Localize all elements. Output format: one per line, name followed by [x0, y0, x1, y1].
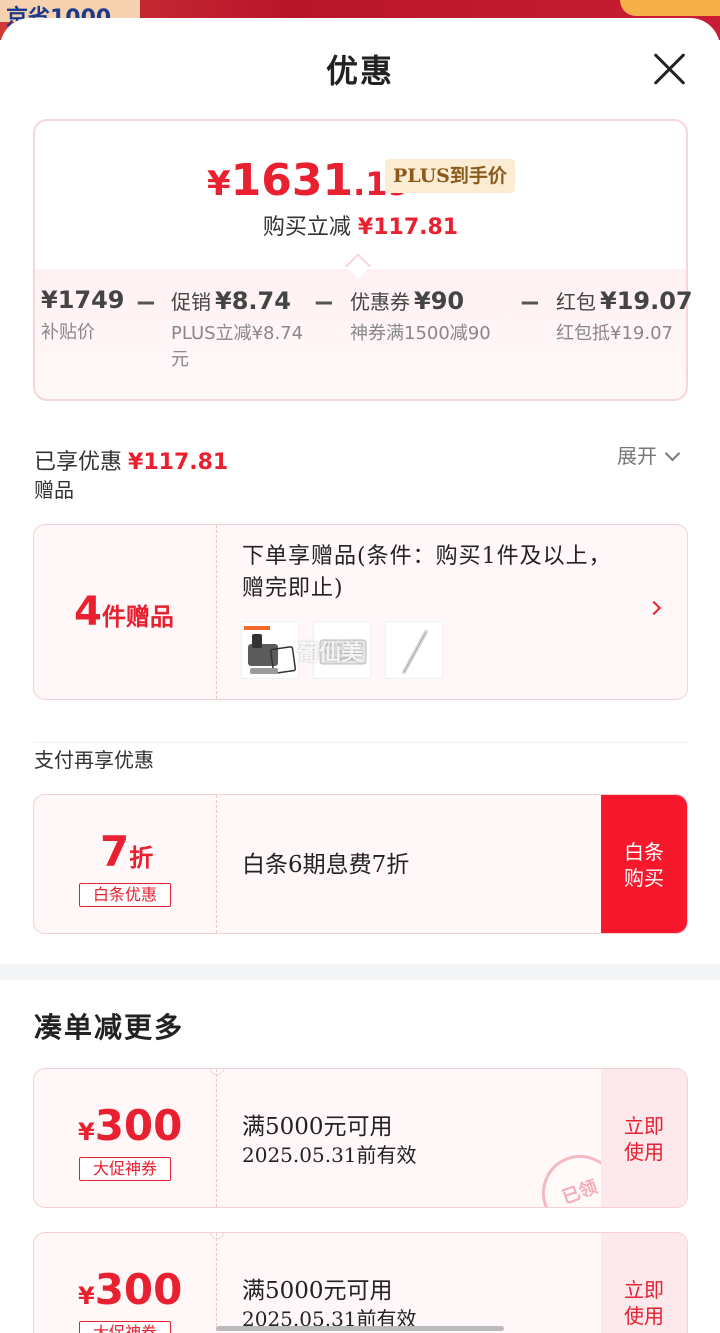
payment-discount: 7折 [100, 827, 153, 876]
breakdown-label: 促销 [171, 290, 211, 314]
gift-thumbnail-case[interactable] [241, 621, 299, 679]
coupon-condition: 满5000元可用 [242, 1114, 393, 1140]
enjoyed-label: 已享优惠 [34, 450, 123, 475]
breakdown-value: ¥19.07 [600, 287, 693, 315]
payment-section-label: 支付再享优惠 [34, 748, 154, 772]
coupon-value: 300 [94, 1265, 183, 1314]
instant-discount-value: ¥117.81 [357, 215, 459, 240]
payment-tag: 白条优惠 [79, 883, 171, 907]
plus-price-badge: PLUS到手价 [385, 159, 515, 193]
gift-condition: 下单享赠品(条件：购买1件及以上，赠完即止) [242, 544, 612, 601]
stylus-icon [402, 630, 428, 674]
coupon-card: ¥300 大促神券 满5000元可用 2025.05.31前有效 已领 立即 使… [33, 1068, 688, 1208]
coupon-tag: 大促神券 [79, 1321, 171, 1333]
coupon-expiry: 2025.05.31前有效 [242, 1143, 417, 1167]
coupon-value: 300 [94, 1101, 183, 1150]
chevron-right-icon[interactable] [646, 600, 662, 616]
button-label-line1: 立即 [624, 1114, 664, 1138]
minus-sign: − [135, 288, 157, 318]
use-now-button[interactable]: 立即 使用 [601, 1233, 687, 1333]
instant-discount-label: 购买立减 [262, 215, 351, 240]
price-summary-card: ¥1631.19 PLUS到手价 购买立减 ¥117.81 ¥1749 补贴价 … [33, 119, 693, 401]
background-promo-badge [620, 0, 720, 16]
enjoyed-value: ¥117.81 [128, 450, 229, 475]
coupon-yen: ¥ [78, 1118, 95, 1146]
instant-discount: 购买立减 ¥117.81 [35, 209, 686, 241]
more-discount-title: 凑单减更多 [34, 1011, 185, 1044]
breakdown-label: 优惠券 [350, 290, 410, 314]
breakdown-desc: PLUS立减¥8.74元 [171, 323, 304, 370]
close-icon[interactable] [650, 48, 690, 88]
button-label-line2: 购买 [624, 866, 664, 890]
expand-label: 展开 [617, 444, 657, 468]
minus-sign: − [313, 288, 335, 318]
coupon-tag: 大促神券 [79, 1157, 171, 1181]
use-now-button[interactable]: 立即 使用 [601, 1069, 687, 1207]
breakdown-desc: 神券满1500减90 [350, 323, 491, 344]
coupon-yen: ¥ [78, 1282, 95, 1310]
breakdown-item-redpacket: 红包 ¥19.07 红包抵¥19.07 [556, 286, 693, 347]
gift-thumbnail-pen[interactable] [385, 621, 443, 679]
chevron-down-icon [664, 445, 681, 462]
breakdown-item-subsidy: ¥1749 补贴价 [41, 286, 125, 346]
coupon-amount: ¥300 [78, 1101, 182, 1150]
breakdown-value: ¥1749 [41, 286, 125, 314]
divider [33, 742, 688, 743]
payment-discount-number: 7 [100, 827, 130, 876]
coupon-condition: 满5000元可用 [242, 1278, 393, 1304]
gift-card[interactable]: 4件赠品 下单享赠品(条件：购买1件及以上，赠完即止) [33, 524, 688, 700]
coupon-amount: ¥300 [78, 1265, 182, 1314]
coupon-amount-pane: ¥300 大促神券 [34, 1069, 217, 1207]
gift-count-pane: 4件赠品 [34, 525, 217, 699]
breakdown-item-coupon: 优惠券 ¥90 神券满1500减90 [350, 286, 491, 347]
enjoyed-discount: 已享优惠 ¥117.81 [34, 444, 228, 476]
baitiao-buy-button[interactable]: 白条 购买 [601, 795, 687, 933]
expand-button[interactable]: 展开 [617, 440, 681, 469]
section-separator [0, 964, 720, 980]
gift-count: 4件赠品 [74, 589, 174, 635]
gift-count-number: 4 [74, 589, 102, 635]
button-label-line1: 白条 [624, 840, 664, 864]
breakdown-label: 红包 [556, 290, 596, 314]
payment-offer-card: 7折 白条优惠 白条6期息费7折 白条 购买 [33, 794, 688, 934]
laptop-case-icon [244, 626, 297, 674]
minus-sign: − [519, 288, 541, 318]
final-price-integer: 1631 [230, 155, 354, 206]
breakdown-value: ¥8.74 [215, 287, 291, 315]
breakdown-item-promo: 促销 ¥8.74 PLUS立减¥8.74元 [171, 286, 311, 373]
watermark-text: 葡仙美 [297, 641, 364, 666]
payment-discount-pane: 7折 白条优惠 [34, 795, 217, 933]
sheet-title: 优惠 [325, 52, 394, 90]
breakdown-desc: 红包抵¥19.07 [556, 323, 673, 344]
coupon-amount-pane: ¥300 大促神券 [34, 1233, 217, 1333]
payment-discount-unit: 折 [129, 844, 154, 872]
gift-section-label: 赠品 [34, 478, 74, 502]
home-indicator[interactable] [216, 1326, 504, 1331]
final-price-yen: ¥ [207, 164, 231, 204]
gift-count-unit: 件赠品 [101, 603, 174, 631]
breakdown-desc: 补贴价 [41, 322, 95, 343]
button-label-line2: 使用 [624, 1304, 664, 1328]
coupon-card: ¥300 大促神券 满5000元可用 2025.05.31前有效 立即 使用 [33, 1232, 688, 1333]
breakdown-value: ¥90 [414, 287, 465, 315]
button-label-line1: 立即 [624, 1278, 664, 1302]
button-label-line2: 使用 [624, 1140, 664, 1164]
payment-offer-text: 白条6期息费7折 [242, 852, 410, 878]
pointer-notch [345, 253, 371, 279]
final-price: ¥1631.19 [207, 155, 410, 206]
discount-sheet: 优惠 ¥1631.19 PLUS到手价 购买立减 ¥117.81 ¥1749 补… [0, 18, 720, 1333]
